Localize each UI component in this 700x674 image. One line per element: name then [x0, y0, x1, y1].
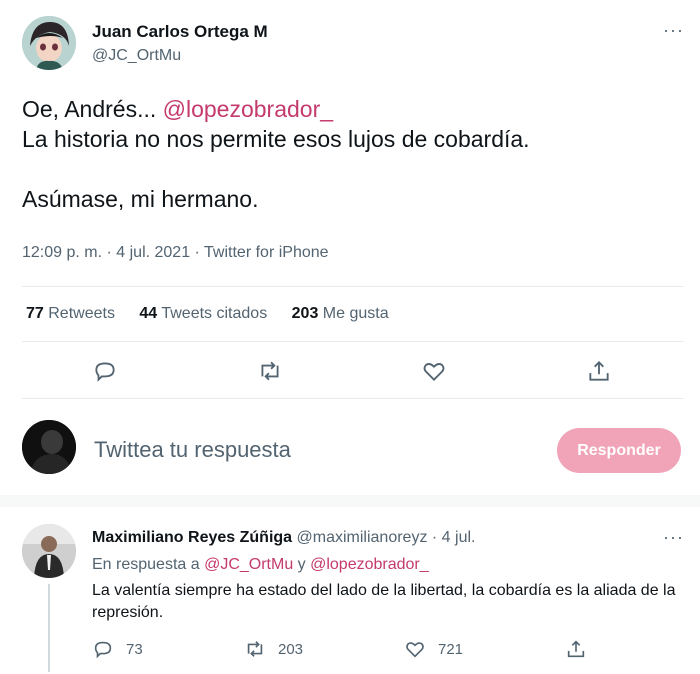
retweet-icon[interactable] [257, 358, 283, 384]
reply-more-icon[interactable]: ··· [663, 527, 684, 548]
reply-author-avatar[interactable] [22, 524, 76, 578]
reply-reply-action[interactable]: 73 [92, 638, 143, 660]
tweet-text-line1: Oe, Andrés... [22, 96, 163, 122]
mention-link[interactable]: @lopezobrador_ [163, 96, 333, 122]
quotes-label: Tweets citados [161, 305, 268, 322]
share-icon[interactable] [586, 358, 612, 384]
reply-author-name[interactable]: Maximiliano Reyes Zúñiga [92, 529, 292, 546]
user-avatar[interactable] [22, 420, 76, 474]
in-reply-and: y [293, 556, 311, 573]
thread-line [48, 584, 50, 672]
divider [22, 341, 684, 342]
retweets-stat[interactable]: 77 Retweets [26, 305, 115, 322]
author-name[interactable]: Juan Carlos Ortega M [92, 22, 268, 42]
retweet-count: 203 [278, 640, 304, 658]
author-avatar[interactable] [22, 16, 76, 70]
in-reply-to: En respuesta a @JC_OrtMu y @lopezobrador… [92, 556, 429, 574]
in-reply-prefix: En respuesta a [92, 556, 205, 573]
tweet-text-line3: Asúmase, mi hermano. [22, 186, 259, 212]
likes-stat[interactable]: 203 Me gusta [292, 305, 389, 322]
reply-date[interactable]: · 4 jul. [432, 529, 476, 546]
tweet-timestamp[interactable]: 12:09 p. m. · 4 jul. 2021 · Twitter for … [22, 244, 329, 262]
retweets-label: Retweets [48, 305, 115, 322]
tweet-text-line2: La historia no nos permite esos lujos de… [22, 126, 530, 152]
likes-count: 203 [291, 305, 319, 322]
reply-like-action[interactable]: 721 [404, 638, 463, 660]
reply-count: 73 [126, 640, 143, 658]
likes-label: Me gusta [322, 305, 389, 322]
reply-text: La valentía siempre ha estado del lado d… [92, 582, 676, 621]
in-reply-user1[interactable]: @JC_OrtMu [204, 556, 293, 573]
retweet-icon [247, 641, 263, 657]
author-handle[interactable]: @JC_OrtMu [92, 47, 181, 65]
retweets-count: 77 [26, 305, 44, 322]
reply-icon[interactable] [92, 358, 118, 384]
more-icon[interactable]: ··· [663, 20, 684, 41]
quotes-stat[interactable]: 44 Tweets citados [139, 305, 267, 322]
in-reply-user2[interactable]: @lopezobrador_ [310, 556, 429, 573]
reply-input[interactable]: Twittea tu respuesta [94, 437, 291, 463]
tweet-text: Oe, Andrés... @lopezobrador_ La historia… [22, 94, 530, 214]
like-icon[interactable] [421, 358, 447, 384]
reply-retweet-action[interactable]: 203 [244, 638, 303, 660]
share-icon[interactable] [565, 638, 587, 660]
reply-header: Maximiliano Reyes Zúñiga @maximilianorey… [92, 529, 475, 547]
quotes-count: 44 [139, 305, 158, 322]
divider [22, 398, 684, 399]
like-icon [406, 642, 424, 658]
reply-icon [94, 641, 112, 659]
like-count: 721 [438, 640, 464, 658]
respond-button[interactable]: Responder [557, 428, 681, 473]
section-separator [0, 495, 700, 507]
tweet-stats: 77 Retweets 44 Tweets citados 203 Me gus… [26, 305, 409, 323]
reply-author-handle[interactable]: @maximilianoreyz [297, 529, 428, 546]
divider [22, 286, 684, 287]
